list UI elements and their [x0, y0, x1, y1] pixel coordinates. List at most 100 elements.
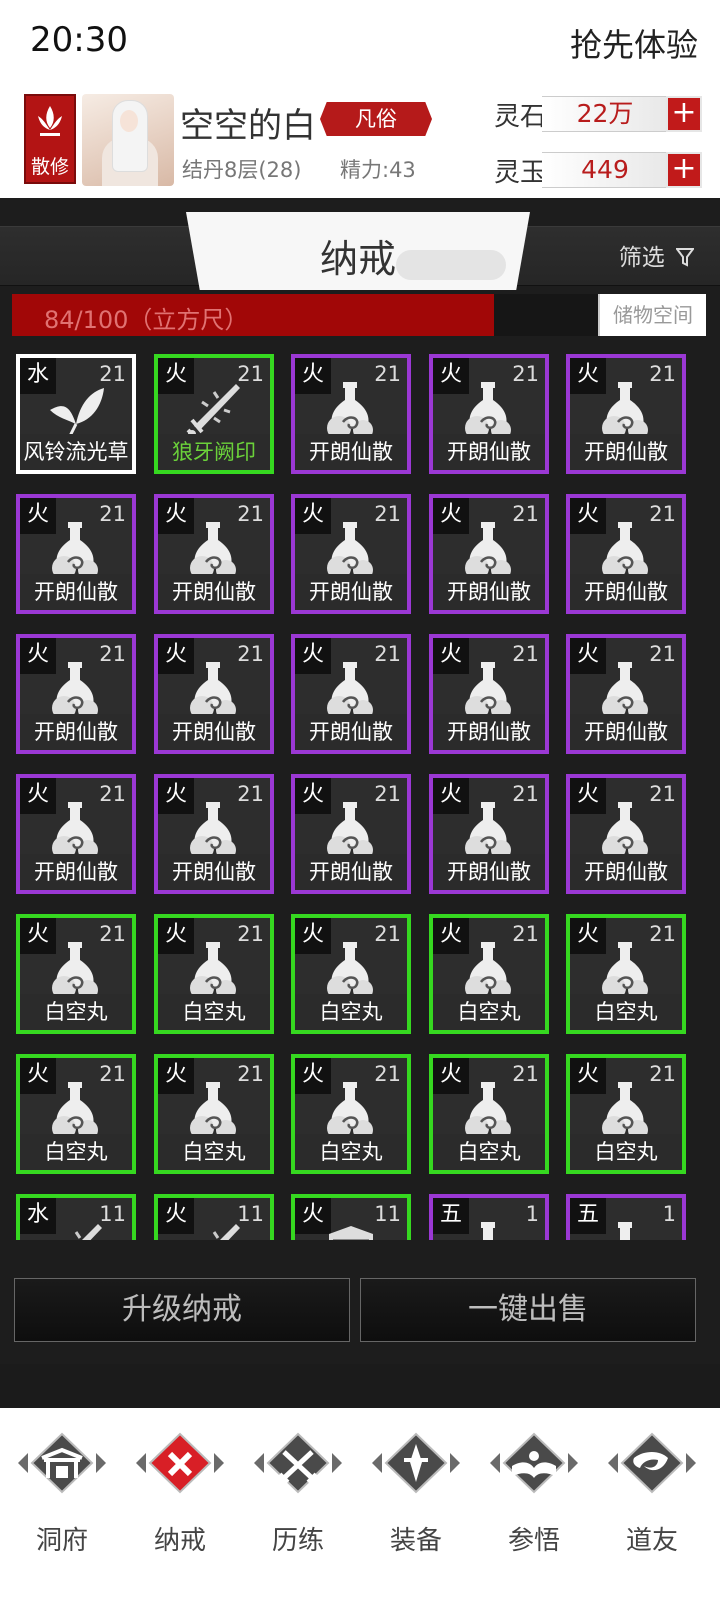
nav-item[interactable]: 历练: [238, 1408, 358, 1600]
item-name: 开朗仙散: [433, 434, 545, 470]
inventory-slot[interactable]: 火 21 开朗仙散: [16, 634, 136, 754]
inventory-slot[interactable]: 火 21 开朗仙散: [566, 494, 686, 614]
inventory-slot[interactable]: 火 21 开朗仙散: [154, 634, 274, 754]
nav-label: 装备: [389, 1526, 442, 1556]
inventory-slot[interactable]: 火 21 开朗仙散: [429, 354, 549, 474]
avatar[interactable]: [82, 94, 174, 186]
ring-icon: [136, 1432, 224, 1494]
bottom-nav: 洞府 纳戒 历练 装备 参悟 道友: [0, 1408, 720, 1600]
inventory-slot[interactable]: 五1: [429, 1194, 549, 1240]
inventory-slot[interactable]: 火 21 开朗仙散: [429, 634, 549, 754]
filter-icon: [675, 248, 695, 267]
inventory-slot[interactable]: 火 21 白空丸: [429, 914, 549, 1034]
inventory-slot[interactable]: 火 21 白空丸: [566, 1054, 686, 1174]
inventory-slot[interactable]: 火 21 开朗仙散: [154, 494, 274, 614]
item-name: 开朗仙散: [570, 434, 682, 470]
nav-item[interactable]: 洞府: [2, 1408, 122, 1600]
inventory-slot[interactable]: 火 21 开朗仙散: [429, 494, 549, 614]
flask-icon: [590, 1220, 662, 1240]
nav-item[interactable]: 纳戒: [120, 1408, 240, 1600]
flask-icon: [40, 940, 112, 1002]
cultivation-realm: 结丹8层(28): [182, 158, 302, 182]
item-name: 开朗仙散: [158, 714, 270, 750]
filter-button[interactable]: 筛选: [618, 238, 695, 272]
flask-icon: [315, 660, 387, 722]
item-name: 白空丸: [295, 994, 407, 1030]
item-name: 白空丸: [158, 994, 270, 1030]
early-access-link[interactable]: 抢先体验: [570, 20, 698, 66]
crossed-swords-icon: [254, 1432, 342, 1494]
inventory-slot[interactable]: 火 21 白空丸: [291, 1054, 411, 1174]
sword-icon: [178, 380, 250, 442]
shield-icon: [315, 1220, 387, 1240]
gate-icon: [18, 1432, 106, 1494]
item-count: 1: [662, 1202, 676, 1226]
inventory-slot[interactable]: 火 21 白空丸: [154, 914, 274, 1034]
item-name: 开朗仙散: [20, 574, 132, 610]
inventory-slot[interactable]: 火 21 开朗仙散: [291, 634, 411, 754]
flask-icon: [315, 520, 387, 582]
sword-icon: [178, 1220, 250, 1240]
nav-item[interactable]: 道友: [592, 1408, 712, 1600]
tab-storage-ring[interactable]: 纳戒: [186, 212, 530, 290]
add-spirit-stone-button[interactable]: +: [666, 96, 702, 132]
inventory-slot[interactable]: 火 21 白空丸: [16, 1054, 136, 1174]
inventory-slot[interactable]: 水 11: [16, 1194, 136, 1240]
inventory-slot[interactable]: 火 21 白空丸: [566, 914, 686, 1034]
storage-space-button[interactable]: 储物空间: [598, 294, 706, 336]
inventory-slot[interactable]: 火 21 开朗仙散: [291, 354, 411, 474]
item-name: 白空丸: [20, 994, 132, 1030]
flask-icon: [40, 660, 112, 722]
item-name: 白空丸: [158, 1134, 270, 1170]
inventory-slot[interactable]: 火 21 开朗仙散: [16, 774, 136, 894]
inventory-slot[interactable]: 火 21 白空丸: [291, 914, 411, 1034]
spirit-stone-value: 22万: [542, 96, 668, 132]
nav-label: 道友: [625, 1526, 678, 1556]
capacity-text: 84/100（立方尺）: [44, 306, 249, 334]
flask-icon: [453, 520, 525, 582]
item-name: 白空丸: [295, 1134, 407, 1170]
flask-icon: [590, 520, 662, 582]
nav-label: 历练: [271, 1526, 324, 1556]
spirit-stone-label: 灵石: [494, 102, 547, 132]
energy-value: 精力:43: [340, 158, 416, 182]
inventory-slot[interactable]: 火 21 开朗仙散: [291, 494, 411, 614]
sell-all-button[interactable]: 一键出售: [360, 1278, 696, 1342]
inventory-slot[interactable]: 五1: [566, 1194, 686, 1240]
herb-icon: [40, 380, 112, 442]
flask-icon: [315, 800, 387, 862]
dagger-icon: [372, 1432, 460, 1494]
flask-icon: [178, 940, 250, 1002]
flask-icon: [590, 800, 662, 862]
inventory-slot[interactable]: 火 21 白空丸: [429, 1054, 549, 1174]
inventory-slot[interactable]: 火 21 白空丸: [154, 1054, 274, 1174]
add-spirit-jade-button[interactable]: +: [666, 152, 702, 188]
sect-badge[interactable]: 散修: [24, 94, 76, 184]
inventory-slot[interactable]: 火 21 开朗仙散: [566, 634, 686, 754]
capacity-bar: 84/100（立方尺） 储物空间: [12, 294, 706, 336]
item-name: 开朗仙散: [158, 574, 270, 610]
inventory-slot[interactable]: 火 21 开朗仙散: [16, 494, 136, 614]
item-name: 开朗仙散: [433, 854, 545, 890]
nav-item[interactable]: 装备: [356, 1408, 476, 1600]
inventory-slot[interactable]: 火 21 开朗仙散: [566, 774, 686, 894]
inventory-slot[interactable]: 火 21 白空丸: [16, 914, 136, 1034]
item-grid[interactable]: 水 21 风铃流光草火 21 狼牙阙印火 21 开朗仙散火 21 开朗仙散火 21 开朗仙散火 21 开…: [0, 354, 720, 1240]
inventory-slot[interactable]: 火 11: [154, 1194, 274, 1240]
flask-icon: [40, 800, 112, 862]
inventory-slot[interactable]: 火 21 开朗仙散: [566, 354, 686, 474]
inventory-slot[interactable]: 水 21 风铃流光草: [16, 354, 136, 474]
inventory-slot[interactable]: 火 11: [291, 1194, 411, 1240]
flask-icon: [453, 800, 525, 862]
status-bar: 20:30 抢先体验: [0, 0, 720, 86]
inventory-slot[interactable]: 火 21 开朗仙散: [429, 774, 549, 894]
item-name: 白空丸: [433, 994, 545, 1030]
inventory-slot[interactable]: 火 21 开朗仙散: [154, 774, 274, 894]
item-name: 开朗仙散: [433, 714, 545, 750]
flask-icon: [453, 660, 525, 722]
nav-item[interactable]: 参悟: [474, 1408, 594, 1600]
upgrade-ring-button[interactable]: 升级纳戒: [14, 1278, 350, 1342]
inventory-slot[interactable]: 火 21 开朗仙散: [291, 774, 411, 894]
filter-label: 筛选: [618, 245, 665, 271]
inventory-slot[interactable]: 火 21 狼牙阙印: [154, 354, 274, 474]
